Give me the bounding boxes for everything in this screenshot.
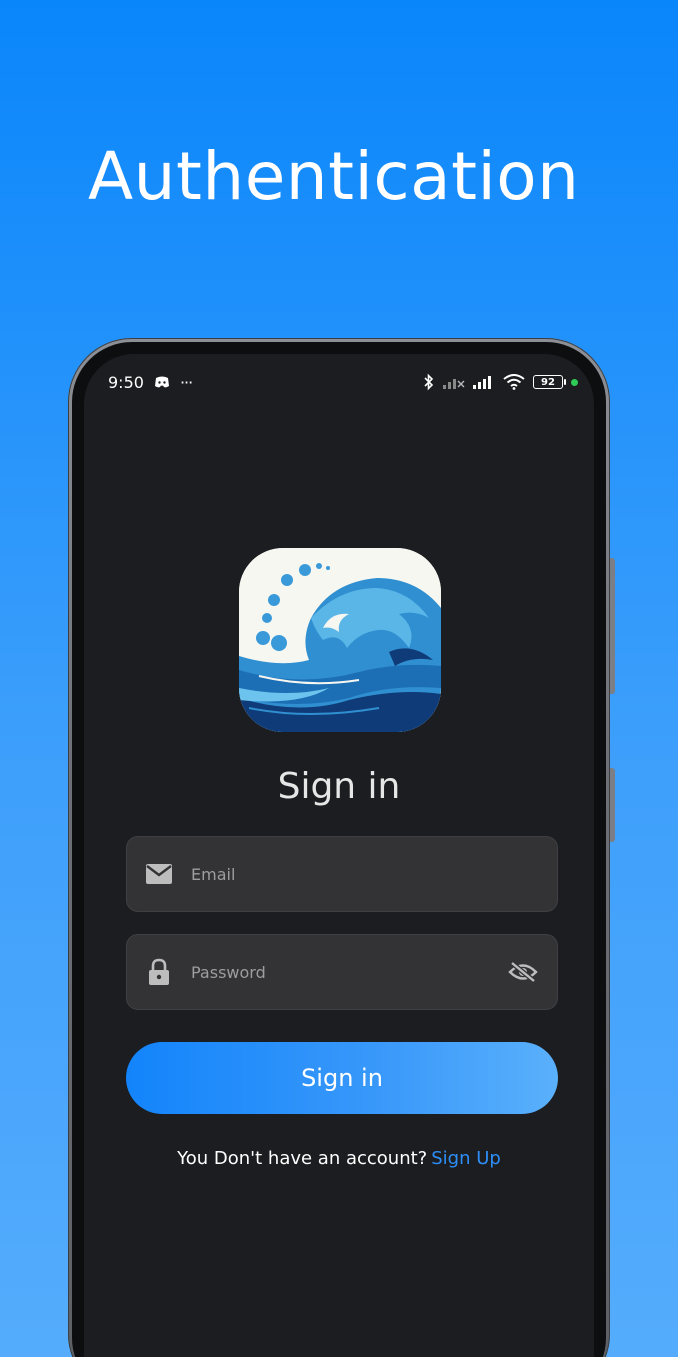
status-bar: 9:50 ··· 92	[84, 354, 594, 410]
wave-logo-icon	[239, 548, 441, 732]
page-headline: Authentication	[88, 138, 580, 215]
signin-title: Sign in	[277, 766, 401, 807]
signup-link[interactable]: Sign Up	[431, 1148, 501, 1169]
power-button	[610, 768, 615, 842]
bluetooth-icon	[423, 373, 435, 391]
signin-button[interactable]: Sign in	[126, 1042, 558, 1114]
password-field-container[interactable]	[126, 934, 558, 1010]
privacy-indicator	[571, 378, 578, 386]
mail-icon	[145, 860, 173, 888]
signal-icon	[473, 375, 495, 389]
discord-icon	[154, 376, 170, 389]
password-input[interactable]	[191, 962, 507, 982]
status-time: 9:50	[108, 372, 144, 392]
signal-icon	[443, 375, 465, 389]
phone-bezel: 9:50 ··· 92 Sign in Email Sign in You Do…	[72, 342, 606, 1357]
phone-mockup: 9:50 ··· 92 Sign in Email Sign in You Do…	[68, 338, 615, 1357]
app-logo	[239, 548, 441, 732]
more-icon: ···	[179, 372, 193, 392]
volume-button	[610, 558, 615, 694]
wifi-icon	[503, 374, 525, 390]
signup-prompt: You Don't have an account? Sign Up	[84, 1148, 594, 1169]
email-field-container[interactable]	[126, 836, 558, 912]
visibility-off-icon[interactable]	[507, 958, 539, 986]
email-input[interactable]	[191, 864, 539, 884]
phone-screen: 9:50 ··· 92 Sign in Email Sign in You Do…	[84, 354, 594, 1357]
signup-prompt-text: You Don't have an account?	[177, 1148, 428, 1169]
battery-icon: 92	[533, 375, 566, 389]
lock-icon	[145, 958, 173, 986]
